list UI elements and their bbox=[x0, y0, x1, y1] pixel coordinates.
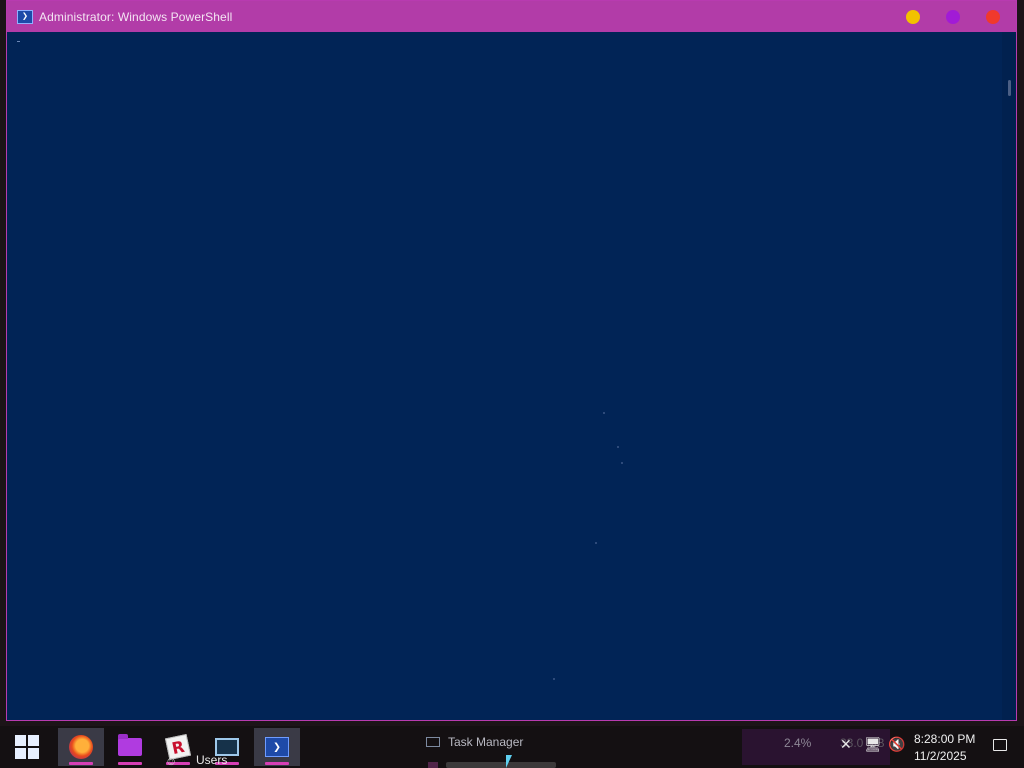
minimize-button[interactable] bbox=[906, 10, 920, 24]
users-icon: ☺ bbox=[165, 754, 178, 768]
firefox-icon bbox=[69, 735, 93, 759]
taskbar: R ❯ ☺ Users Task Manager 2.4% 33.0 MB ✕ … bbox=[0, 726, 1024, 768]
window-title: Administrator: Windows PowerShell bbox=[39, 9, 233, 24]
clock-date: 11/2/2025 bbox=[914, 749, 967, 763]
task-manager-icon bbox=[426, 737, 440, 747]
window-controls bbox=[906, 10, 1000, 24]
users-label: Users bbox=[196, 753, 228, 767]
folder-icon bbox=[118, 734, 142, 756]
powershell-window[interactable]: ❯ Administrator: Windows PowerShell bbox=[6, 0, 1017, 721]
windows-start-icon bbox=[15, 735, 39, 759]
network-icon[interactable]: 🖥 bbox=[864, 738, 882, 752]
vertical-scrollbar[interactable] bbox=[1002, 32, 1016, 720]
ghost-process-row bbox=[426, 760, 566, 768]
taskbar-item-roblox[interactable]: R bbox=[155, 728, 201, 766]
scrollbar-thumb[interactable] bbox=[1008, 80, 1011, 96]
clock[interactable]: 8:28:00 PM 11/2/2025 bbox=[914, 731, 975, 765]
render-artifact bbox=[621, 462, 623, 464]
running-indicator bbox=[118, 762, 142, 765]
clock-time: 8:28:00 PM bbox=[914, 732, 976, 746]
volume-muted-icon[interactable]: 🔇 bbox=[888, 738, 905, 752]
render-artifact bbox=[553, 678, 555, 680]
close-button[interactable] bbox=[986, 10, 1000, 24]
text-cursor bbox=[17, 41, 20, 42]
notification-icon[interactable] bbox=[993, 739, 1007, 751]
running-indicator bbox=[69, 762, 93, 765]
running-indicator bbox=[265, 762, 289, 765]
cpu-value: 2.4% bbox=[784, 736, 812, 750]
render-artifact bbox=[617, 446, 619, 448]
render-artifact bbox=[603, 412, 605, 414]
taskbar-item-firefox[interactable] bbox=[58, 728, 104, 766]
taskbar-item-file-explorer[interactable] bbox=[107, 728, 153, 766]
taskbar-item-powershell[interactable]: ❯ bbox=[254, 728, 300, 766]
task-manager-ghost: Task Manager bbox=[426, 735, 523, 749]
start-button[interactable] bbox=[4, 728, 50, 766]
maximize-button[interactable] bbox=[946, 10, 960, 24]
powershell-icon: ❯ bbox=[265, 737, 289, 757]
render-artifact bbox=[595, 542, 597, 544]
mouse-cursor bbox=[506, 755, 512, 768]
console-area[interactable] bbox=[7, 32, 1016, 720]
chevron-up-icon[interactable]: ✕ bbox=[840, 738, 852, 752]
powershell-icon: ❯ bbox=[17, 9, 33, 24]
task-manager-label: Task Manager bbox=[448, 735, 524, 749]
title-bar[interactable]: ❯ Administrator: Windows PowerShell bbox=[7, 1, 1016, 32]
